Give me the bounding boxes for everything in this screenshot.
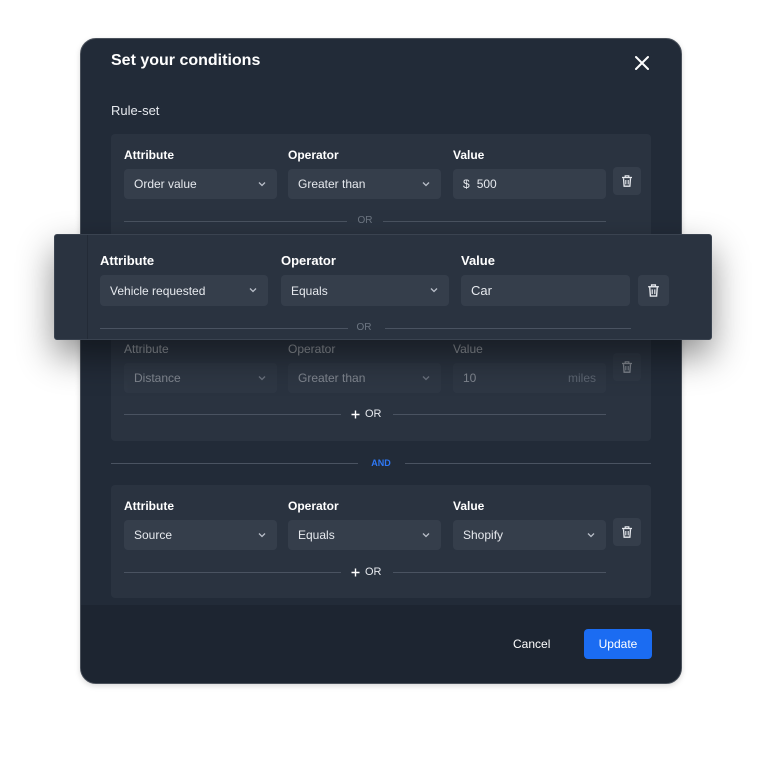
update-button[interactable]: Update xyxy=(584,629,652,659)
chevron-down-icon xyxy=(422,376,430,381)
separator-line xyxy=(383,221,606,222)
chevron-down-icon xyxy=(422,182,430,187)
operator-select-value: Greater than xyxy=(298,371,366,385)
cancel-button[interactable]: Cancel xyxy=(513,637,550,651)
operator-select-value: Equals xyxy=(291,283,328,298)
close-icon[interactable] xyxy=(633,54,651,72)
chevron-down-icon xyxy=(258,533,266,538)
unit-suffix: miles xyxy=(567,371,596,385)
delete-rule-button[interactable] xyxy=(613,518,641,546)
value-input[interactable]: Car xyxy=(461,275,630,306)
attribute-select[interactable]: Source xyxy=(124,520,277,550)
value-select[interactable]: Shopify xyxy=(453,520,606,550)
add-or-label: OR xyxy=(365,408,382,420)
operator-label: Operator xyxy=(281,253,336,268)
delete-rule-button[interactable] xyxy=(638,275,669,306)
separator-line xyxy=(100,328,348,329)
plus-icon xyxy=(351,568,360,576)
operator-select-value: Greater than xyxy=(298,177,366,191)
chevron-down-icon xyxy=(249,288,257,293)
separator-line xyxy=(124,221,347,222)
attribute-select-value: Source xyxy=(134,528,173,542)
add-or-button[interactable]: OR xyxy=(351,408,382,420)
chevron-down-icon xyxy=(430,288,438,293)
attribute-label: Attribute xyxy=(124,342,169,356)
attribute-select[interactable]: Distance xyxy=(124,363,277,393)
value-label: Value xyxy=(453,499,485,513)
ruleset-label: Rule-set xyxy=(111,103,160,118)
drag-edge xyxy=(87,235,88,339)
add-or-label: OR xyxy=(365,566,382,578)
trash-icon xyxy=(622,526,632,538)
operator-select[interactable]: Greater than xyxy=(288,363,441,393)
operator-select[interactable]: Equals xyxy=(281,275,449,306)
currency-prefix: $ xyxy=(463,177,470,191)
separator-line xyxy=(385,328,631,329)
modal-footer: Cancel Update xyxy=(81,605,681,683)
value-input[interactable]: 10 miles xyxy=(453,363,606,393)
value-select-value: Shopify xyxy=(463,528,504,542)
attribute-select-value: Distance xyxy=(134,371,181,385)
delete-rule-button[interactable] xyxy=(613,353,641,381)
chevron-down-icon xyxy=(587,533,595,538)
operator-label: Operator xyxy=(288,499,339,513)
separator-line xyxy=(393,414,606,415)
separator-line xyxy=(393,572,606,573)
attribute-select-value: Vehicle requested xyxy=(110,283,206,298)
operator-select[interactable]: Equals xyxy=(288,520,441,550)
rule-group-2: Attribute Operator Value Source Equals S… xyxy=(111,485,651,598)
value-input-text: Car xyxy=(471,283,492,298)
trash-icon xyxy=(648,284,659,297)
operator-label: Operator xyxy=(288,342,336,356)
attribute-select[interactable]: Vehicle requested xyxy=(100,275,268,306)
value-input-text: 10 xyxy=(463,371,477,385)
value-label: Value xyxy=(453,148,485,162)
add-or-button[interactable]: OR xyxy=(351,566,382,578)
or-separator: OR xyxy=(356,322,372,333)
separator-line xyxy=(405,463,651,464)
trash-icon xyxy=(622,175,632,187)
separator-line xyxy=(124,572,341,573)
attribute-label: Attribute xyxy=(124,148,174,162)
operator-label: Operator xyxy=(288,148,339,162)
trash-icon xyxy=(622,361,632,373)
value-input-text: 500 xyxy=(476,177,497,191)
separator-line xyxy=(111,463,358,464)
attribute-label: Attribute xyxy=(124,499,174,513)
attribute-select[interactable]: Order value xyxy=(124,169,277,199)
value-label: Value xyxy=(453,342,483,356)
chevron-down-icon xyxy=(258,182,266,187)
dragged-rule-row[interactable]: Attribute Operator Value Vehicle request… xyxy=(54,234,712,340)
and-separator: AND xyxy=(371,458,391,468)
value-label: Value xyxy=(461,253,495,268)
separator-line xyxy=(124,414,341,415)
conditions-modal: Set your conditions Rule-set Attribute O… xyxy=(80,38,682,684)
delete-rule-button[interactable] xyxy=(613,167,641,195)
value-input[interactable]: $ 500 xyxy=(453,169,606,199)
or-separator: OR xyxy=(357,215,373,226)
attribute-label: Attribute xyxy=(100,253,155,268)
chevron-down-icon xyxy=(422,533,430,538)
attribute-select-value: Order value xyxy=(134,177,197,191)
plus-icon xyxy=(351,410,360,418)
modal-title: Set your conditions xyxy=(111,52,261,69)
operator-select[interactable]: Greater than xyxy=(288,169,441,199)
operator-select-value: Equals xyxy=(298,528,335,542)
chevron-down-icon xyxy=(258,376,266,381)
